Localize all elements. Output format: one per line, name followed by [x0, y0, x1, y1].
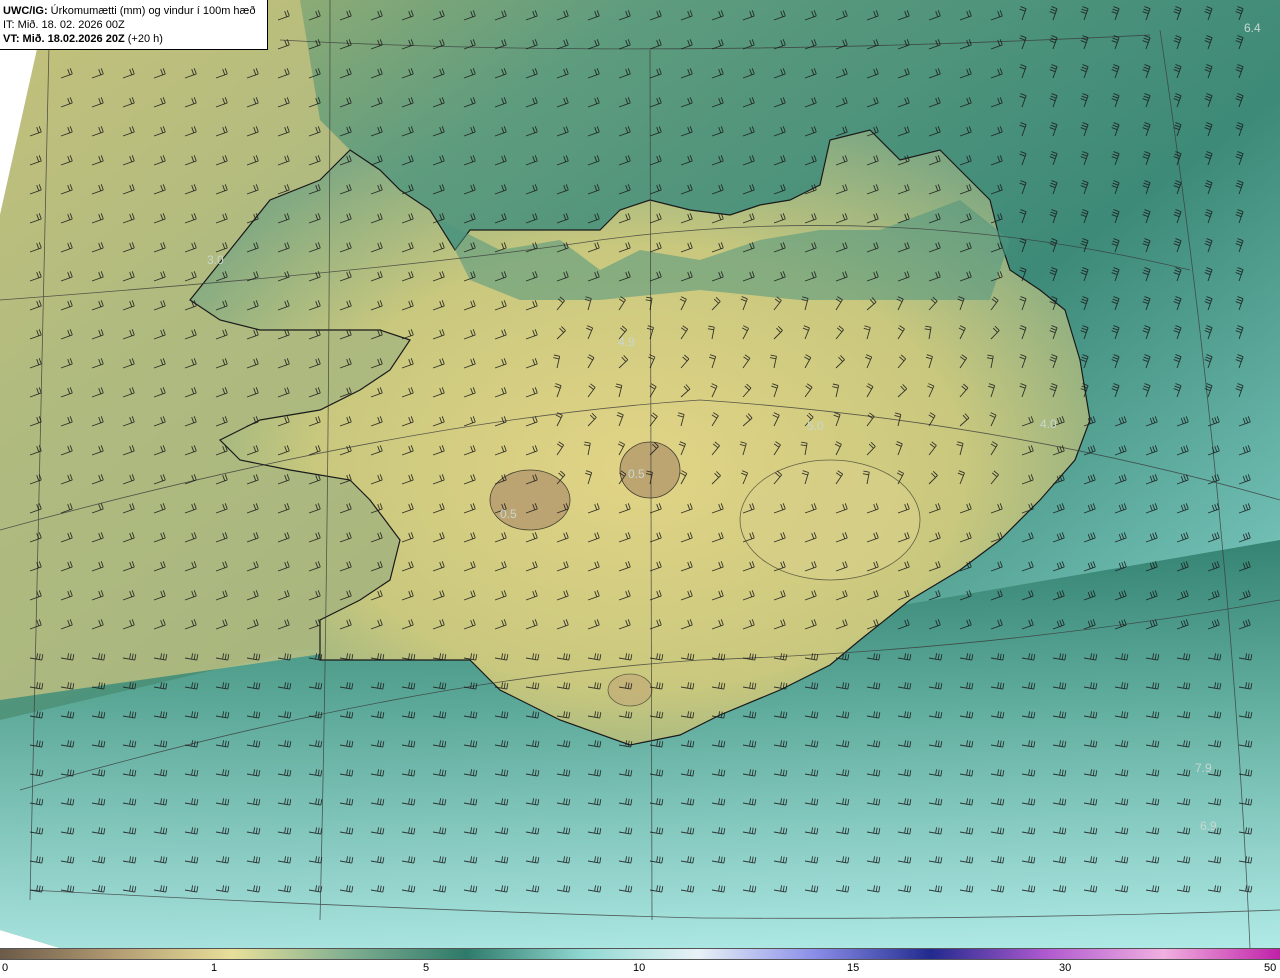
init-time: IT: Mið. 18. 02. 2026 00Z	[3, 19, 125, 31]
value-label-se2: 6.9	[1200, 819, 1217, 833]
value-label-north: 4.9	[618, 335, 635, 349]
product-description: Úrkomumætti (mm) og vindur í 100m hæð	[50, 5, 256, 17]
value-label-east-interior: 5.0	[807, 419, 824, 433]
colorbar-tick-0: 0	[2, 962, 9, 974]
colorbar-tick-5: 5	[423, 962, 430, 974]
value-label-langjokull: 0.5	[500, 507, 517, 521]
value-label-se: 7.9	[1195, 761, 1212, 775]
valid-time: VT: Mið. 18.02.2026 20Z	[3, 33, 125, 45]
colorbar-tick-30: 30	[1059, 962, 1072, 974]
value-label-west: 3.0	[207, 253, 224, 267]
colorbar-tick-50: 50	[1264, 962, 1277, 974]
colorbar-tick-15: 15	[847, 962, 860, 974]
forecast-map[interactable]: 6.4 3.0 4.9 5.0 4.0 0.5 0.5 7.9 6.9	[0, 0, 1280, 948]
colorbar-tick-1: 1	[211, 962, 218, 974]
lead-time: (+20 h)	[127, 33, 163, 45]
glacier-myrdalsjokull	[607, 673, 653, 707]
colorbar-labels: 0 1 5 10 15 30 50	[0, 962, 1280, 978]
colorbar	[0, 948, 1280, 960]
glacier-vatnajokull	[739, 459, 921, 581]
value-label-east: 4.0	[1040, 417, 1057, 431]
value-label-ne: 6.4	[1244, 21, 1261, 35]
valid-time-line: VT: Mið. 18.02.2026 20Z (+20 h)	[3, 32, 267, 46]
product-code: UWC/IG:	[3, 5, 48, 17]
value-label-hofsjokull: 0.5	[628, 467, 645, 481]
map-header: UWC/IG: Úrkomumætti (mm) og vindur í 100…	[0, 0, 268, 50]
glacier-langjokull	[489, 469, 571, 531]
header-title-line: UWC/IG: Úrkomumætti (mm) og vindur í 100…	[3, 4, 267, 18]
colorbar-tick-10: 10	[633, 962, 646, 974]
